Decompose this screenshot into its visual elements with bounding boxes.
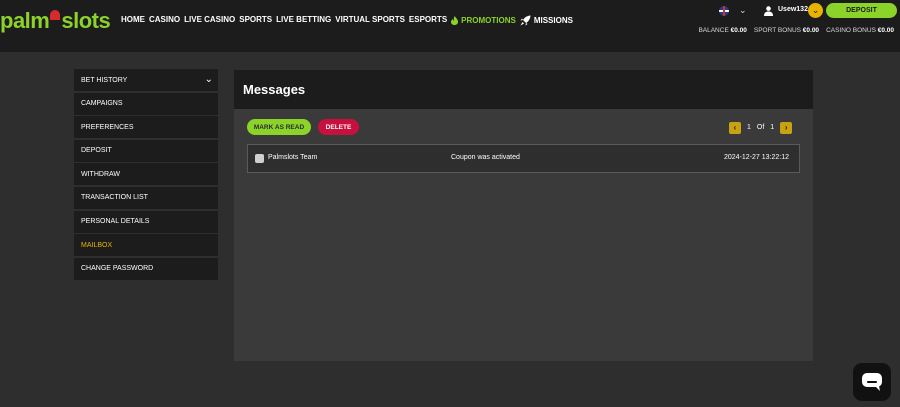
- pagination: ‹ 1 Of 1 ›: [729, 121, 801, 134]
- nav-live-casino[interactable]: LIVE CASINO: [184, 15, 235, 26]
- user-menu-chevron-icon[interactable]: ⌄: [808, 3, 823, 18]
- sidebar-item-bet-history[interactable]: BET HISTORY ⌄: [74, 69, 218, 92]
- nav-missions-label: MISSIONS: [533, 16, 573, 25]
- sport-bonus-value: €0.00: [802, 27, 820, 34]
- sidebar-item-change-password[interactable]: CHANGE PASSWORD: [74, 257, 218, 281]
- nav-promotions-label: PROMOTIONS: [461, 16, 516, 25]
- main-nav: HOME CASINO LIVE CASINO SPORTS LIVE BETT…: [121, 15, 573, 26]
- sidebar-item-preferences[interactable]: PREFERENCES: [74, 116, 218, 140]
- username[interactable]: Usew132: [778, 6, 808, 13]
- account-sidebar: BET HISTORY ⌄ CAMPAIGNS PREFERENCES DEPO…: [74, 69, 218, 281]
- sidebar-item-label: TRANSACTION LIST: [81, 194, 148, 202]
- top-header: palm slots HOME CASINO LIVE CASINO SPORTS…: [0, 0, 900, 52]
- santa-hat-icon: [50, 10, 61, 20]
- flame-icon: [451, 16, 459, 25]
- language-chevron-icon[interactable]: ⌄: [739, 5, 747, 16]
- sport-bonus-label: SPORT BONUS: [753, 27, 801, 34]
- sidebar-item-label: BET HISTORY: [81, 76, 128, 84]
- rocket-icon: [520, 15, 531, 26]
- logo-text-a: palm: [0, 8, 50, 33]
- nav-virtual-sports[interactable]: VIRTUAL SPORTS: [335, 15, 405, 26]
- sidebar-item-label: WITHDRAW: [81, 170, 121, 178]
- balances-bar: BALANCE €0.00 SPORT BONUS €0.00 CASINO B…: [698, 27, 894, 34]
- total-pages: 1: [770, 124, 775, 131]
- sidebar-item-label: PERSONAL DETAILS: [81, 218, 150, 226]
- message-checkbox[interactable]: [255, 154, 264, 163]
- mark-as-read-button[interactable]: MARK AS READ: [247, 119, 311, 135]
- user-icon: [764, 6, 773, 16]
- nav-sports[interactable]: SPORTS: [239, 15, 272, 26]
- sport-bonus: SPORT BONUS €0.00: [754, 27, 819, 34]
- message-sender: Palmslots Team: [268, 154, 318, 161]
- sidebar-item-transaction-list[interactable]: TRANSACTION LIST: [74, 186, 218, 210]
- sidebar-item-mailbox[interactable]: MAILBOX: [74, 234, 218, 258]
- balance-label: BALANCE: [698, 27, 729, 34]
- chat-button[interactable]: [853, 363, 891, 401]
- current-page: 1: [747, 124, 751, 131]
- palmslots-logo[interactable]: palm slots: [0, 6, 111, 36]
- sidebar-item-label: DEPOSIT: [81, 147, 112, 155]
- page-title: Messages: [234, 70, 813, 109]
- balance: BALANCE €0.00: [698, 27, 746, 34]
- message-subject: Coupon was activated: [451, 154, 520, 161]
- deposit-button[interactable]: DEPOSIT: [826, 3, 897, 18]
- sidebar-item-withdraw[interactable]: WITHDRAW: [74, 163, 218, 187]
- nav-home[interactable]: HOME: [121, 15, 145, 26]
- messages-panel: Messages MARK AS READ DELETE ‹ 1 Of 1 › …: [234, 70, 813, 361]
- nav-promotions[interactable]: PROMOTIONS: [451, 15, 516, 26]
- sidebar-item-label: MAILBOX: [81, 241, 113, 249]
- delete-button[interactable]: DELETE: [318, 119, 359, 135]
- nav-live-betting[interactable]: LIVE BETTING: [276, 15, 331, 26]
- chevron-down-icon: ⌄: [204, 74, 213, 85]
- nav-esports[interactable]: ESPORTS: [409, 15, 447, 26]
- nav-missions[interactable]: MISSIONS: [520, 15, 573, 26]
- logo-text-b: slots: [61, 8, 111, 33]
- pagination-text: 1 Of 1: [747, 124, 774, 131]
- casino-bonus: CASINO BONUS €0.00: [826, 27, 894, 34]
- sidebar-item-personal-details[interactable]: PERSONAL DETAILS: [74, 210, 218, 234]
- sidebar-item-label: CAMPAIGNS: [81, 100, 123, 108]
- sidebar-item-label: CHANGE PASSWORD: [81, 265, 154, 273]
- casino-bonus-value: €0.00: [877, 27, 894, 34]
- casino-bonus-label: CASINO BONUS: [826, 27, 876, 34]
- page-of-label: Of: [756, 124, 765, 131]
- balance-value: €0.00: [730, 27, 747, 34]
- chat-bubble-icon: [862, 373, 882, 391]
- prev-page-icon[interactable]: ‹: [729, 121, 741, 134]
- message-row[interactable]: Palmslots Team Coupon was activated 2024…: [247, 144, 800, 173]
- sidebar-item-label: PREFERENCES: [81, 123, 134, 131]
- sidebar-item-deposit[interactable]: DEPOSIT: [74, 139, 218, 163]
- next-page-icon[interactable]: ›: [780, 121, 793, 134]
- nav-casino[interactable]: CASINO: [149, 15, 180, 26]
- message-date: 2024-12-27 13:22:12: [724, 154, 789, 161]
- uk-flag-icon[interactable]: [719, 6, 729, 16]
- sidebar-item-campaigns[interactable]: CAMPAIGNS: [74, 92, 218, 116]
